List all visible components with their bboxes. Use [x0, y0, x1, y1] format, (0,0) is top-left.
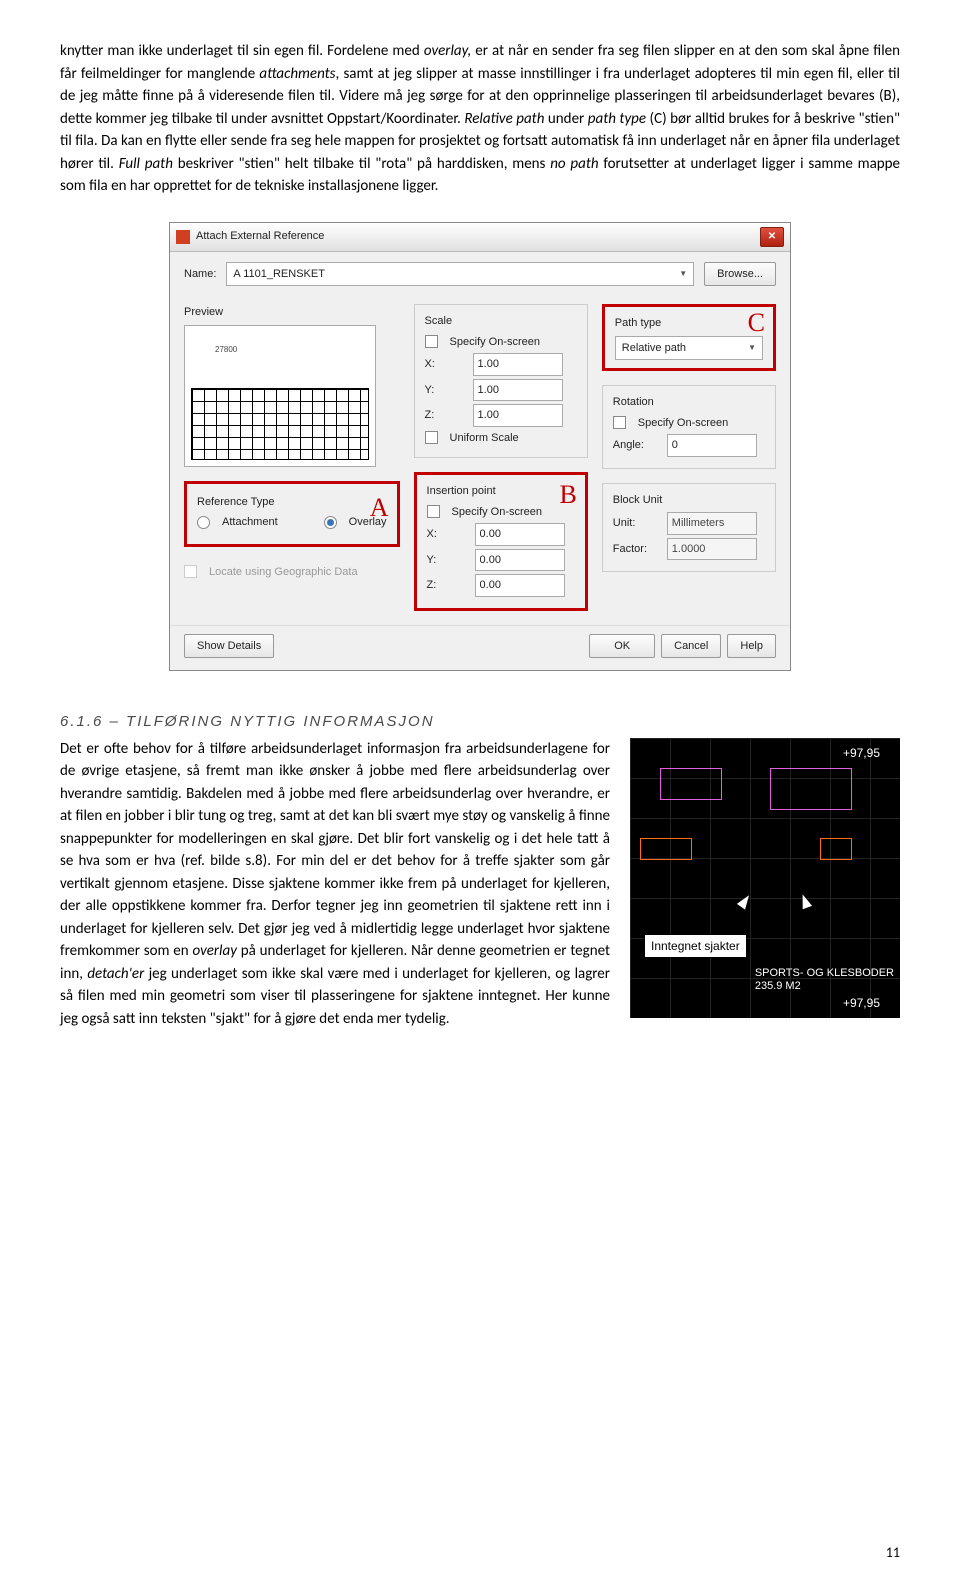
text-italic: path type — [588, 110, 650, 128]
unit-value: Millimeters — [667, 512, 757, 535]
cad-screenshot: +97,95 Inntegnet sjakter SPORTS- OG KLES… — [630, 738, 900, 1018]
scale-x-label: X: — [425, 356, 465, 373]
cad-level-bottom: +97,95 — [843, 994, 880, 1012]
text-italic: Full path — [119, 155, 178, 173]
chevron-down-icon: ▼ — [679, 268, 687, 280]
uniform-scale-checkbox[interactable] — [425, 431, 438, 444]
angle-input[interactable]: 0 — [667, 434, 757, 457]
insertion-z-input[interactable]: 0.00 — [475, 574, 565, 597]
scale-z-input[interactable]: 1.00 — [473, 404, 563, 427]
scale-specify-label: Specify On-screen — [450, 334, 540, 351]
cad-room-name: SPORTS- OG KLESBODER — [755, 967, 894, 980]
rotation-specify-label: Specify On-screen — [638, 415, 728, 432]
rotation-group: Rotation Specify On-screen Angle: 0 — [602, 385, 776, 469]
locate-geo-label: Locate using Geographic Data — [209, 564, 358, 581]
text-italic: overlay — [192, 942, 240, 960]
insertion-x-input[interactable]: 0.00 — [475, 523, 565, 546]
dialog-title: Attach External Reference — [196, 228, 324, 245]
preview-label: Preview — [184, 304, 400, 321]
overlay-radio[interactable] — [324, 516, 337, 529]
attachment-label: Attachment — [222, 514, 278, 531]
attach-xref-dialog: Attach External Reference ✕ Name: A 1101… — [169, 222, 791, 672]
dialog-titlebar: Attach External Reference ✕ — [170, 223, 790, 252]
unit-label: Unit: — [613, 515, 659, 532]
block-unit-group: Block Unit Unit: Millimeters Factor: 1.000… — [602, 483, 776, 573]
text-italic: detach'er — [87, 965, 148, 983]
page-number: 11 — [886, 1542, 900, 1563]
angle-label: Angle: — [613, 437, 659, 454]
cad-callout: Inntegnet sjakter — [644, 934, 747, 958]
reference-type-group: A Reference Type Attachment Overlay — [184, 481, 400, 547]
locate-geo-checkbox — [184, 565, 197, 578]
path-type-value: Relative path — [622, 340, 686, 357]
browse-button[interactable]: Browse... — [704, 262, 776, 287]
close-button[interactable]: ✕ — [760, 227, 784, 247]
rotation-label: Rotation — [613, 394, 765, 411]
paragraph-1: knytter man ikke underlaget til sin egen… — [60, 40, 900, 198]
scale-label: Scale — [425, 313, 577, 330]
insertion-z-label: Z: — [427, 577, 467, 594]
preview-dimension: 27800 — [215, 344, 237, 356]
text: under — [548, 110, 588, 128]
attachment-radio[interactable] — [197, 516, 210, 529]
path-type-dropdown[interactable]: Relative path ▼ — [615, 336, 763, 361]
block-unit-label: Block Unit — [613, 492, 765, 509]
scale-y-label: Y: — [425, 382, 465, 399]
scale-y-input[interactable]: 1.00 — [473, 379, 563, 402]
uniform-scale-label: Uniform Scale — [450, 430, 519, 447]
preview-box: 27800 — [184, 325, 376, 467]
app-icon — [176, 230, 190, 244]
show-details-button[interactable]: Show Details — [184, 634, 274, 659]
factor-label: Factor: — [613, 541, 659, 558]
scale-z-label: Z: — [425, 407, 465, 424]
path-type-group: C Path type Relative path ▼ — [602, 304, 776, 371]
preview-drawing — [191, 388, 369, 460]
text-italic: Relative path — [464, 110, 548, 128]
scale-group: Scale Specify On-screen X: 1.00 Y: 1.00 Z:… — [414, 304, 588, 458]
section-heading: 6.1.6 – Tilføring nyttig informasjon — [60, 711, 900, 734]
close-icon: ✕ — [768, 229, 776, 244]
insertion-point-group: B Insertion point Specify On-screen X: 0.… — [414, 472, 588, 611]
name-value: A 1101_RENSKET — [233, 266, 325, 283]
help-button[interactable]: Help — [727, 634, 776, 659]
ok-button[interactable]: OK — [589, 634, 655, 659]
cad-level-top: +97,95 — [843, 744, 880, 762]
insertion-specify-checkbox[interactable] — [427, 505, 440, 518]
rotation-specify-checkbox[interactable] — [613, 416, 626, 429]
text-italic: overlay, — [424, 42, 475, 60]
name-label: Name: — [184, 266, 216, 283]
insertion-x-label: X: — [427, 526, 467, 543]
text-italic: attachments — [259, 65, 335, 83]
cad-room-area: 235.9 M2 — [755, 980, 894, 993]
text: knytter man ikke underlaget til sin egen… — [60, 42, 424, 60]
insertion-label: Insertion point — [427, 483, 575, 500]
cancel-button[interactable]: Cancel — [661, 634, 721, 659]
insertion-specify-label: Specify On-screen — [452, 504, 542, 521]
chevron-down-icon: ▼ — [748, 342, 756, 354]
text: Det er ofte behov for å tilføre arbeidsu… — [60, 740, 610, 961]
text: beskriver "stien" helt tilbake til "rota… — [178, 155, 551, 173]
insertion-y-input[interactable]: 0.00 — [475, 549, 565, 572]
scale-specify-checkbox[interactable] — [425, 335, 438, 348]
path-type-label: Path type — [615, 315, 763, 332]
scale-x-input[interactable]: 1.00 — [473, 353, 563, 376]
name-dropdown[interactable]: A 1101_RENSKET ▼ — [226, 262, 694, 287]
insertion-y-label: Y: — [427, 552, 467, 569]
badge-b: B — [559, 475, 576, 514]
badge-a: A — [370, 488, 389, 527]
reference-type-label: Reference Type — [197, 494, 387, 511]
factor-value: 1.0000 — [667, 538, 757, 561]
badge-c: C — [748, 303, 765, 342]
text-italic: no path — [550, 155, 603, 173]
